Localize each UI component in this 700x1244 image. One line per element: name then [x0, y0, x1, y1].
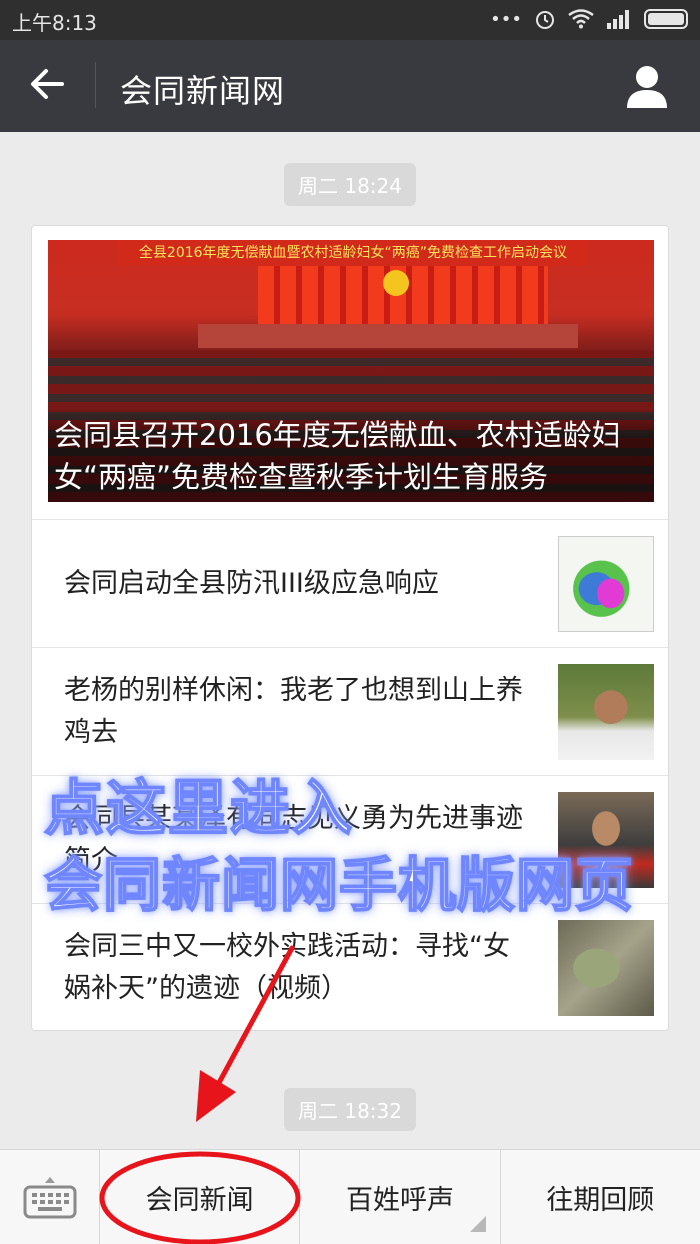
- hero-article[interactable]: 全县2016年度无偿献血暨农村适龄妇女“两癌”免费检查工作启动会议 会同县召开2…: [48, 240, 654, 502]
- list-item[interactable]: 老杨的别样休闲：我老了也想到山上养鸡去: [32, 647, 670, 775]
- annotation-arrowhead-icon: [196, 1070, 236, 1122]
- list-item[interactable]: 会同启动全县防汛III级应急响应: [32, 519, 670, 647]
- menu-label: 百姓呼声: [345, 1184, 454, 1216]
- menu-label: 会同新闻: [145, 1184, 254, 1216]
- battery-icon: [644, 9, 688, 29]
- menu-item-voices[interactable]: 百姓呼声: [300, 1150, 501, 1244]
- hero-caption: 会同县召开2016年度无偿献血、农村适龄妇女“两癌”免费检查暨秋季计划生育服务: [48, 408, 654, 502]
- message-timestamp: 周二 18:32: [284, 1088, 416, 1131]
- keyboard-toggle-button[interactable]: [0, 1150, 100, 1244]
- page-title: 会同新闻网: [120, 72, 286, 110]
- alarm-icon: [536, 11, 554, 29]
- status-time: 上午8:13: [12, 11, 97, 35]
- menu-label: 往期回顾: [546, 1184, 655, 1216]
- emblem-icon: [383, 270, 409, 296]
- menu-item-news[interactable]: 会同新闻: [100, 1150, 301, 1244]
- keyboard-icon: [23, 1177, 76, 1219]
- wifi-icon: [568, 9, 594, 29]
- overlay-text-line1: 点这里进入: [43, 773, 354, 845]
- submenu-indicator-icon: [469, 1216, 486, 1232]
- overlay-text-line2: 会同新闻网手机版网页: [43, 850, 635, 920]
- signal-icon: [607, 10, 629, 29]
- title-bar: 会同新闻网: [0, 40, 700, 132]
- article-thumbnail: [558, 536, 654, 632]
- profile-icon[interactable]: [626, 64, 668, 108]
- status-icons: •••: [490, 8, 688, 30]
- title-divider: [95, 62, 96, 108]
- list-item[interactable]: 会同三中又一校外实践活动：寻找“女娲补天”的遗迹（视频）: [32, 903, 670, 1031]
- back-arrow-icon[interactable]: [26, 62, 70, 106]
- more-dots-icon: •••: [490, 8, 522, 30]
- article-title: 会同启动全县防汛III级应急响应: [64, 567, 439, 599]
- article-thumbnail: [558, 920, 654, 1016]
- hero-banner-text: 全县2016年度无偿献血暨农村适龄妇女“两癌”免费检查工作启动会议: [118, 240, 588, 266]
- bottom-menu-bar: 会同新闻 百姓呼声 往期回顾: [0, 1149, 700, 1244]
- article-title: 老杨的别样休闲：我老了也想到山上养鸡去: [64, 674, 523, 748]
- article-title: 会同三中又一校外实践活动：寻找“女娲补天”的遗迹（视频）: [64, 930, 510, 1004]
- stage-table: [198, 324, 578, 348]
- article-thumbnail: [558, 664, 654, 760]
- menu-item-archive[interactable]: 往期回顾: [501, 1150, 700, 1244]
- message-timestamp: 周二 18:24: [284, 163, 416, 206]
- status-bar: 上午8:13 •••: [0, 0, 700, 40]
